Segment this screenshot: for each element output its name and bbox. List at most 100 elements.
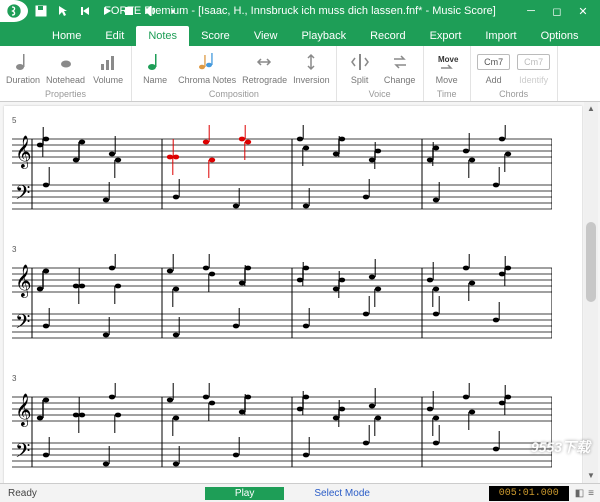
scroll-up-icon[interactable]: ▲ — [586, 104, 596, 114]
score-page[interactable]: 5 𝄞 𝄢 3 𝄞 𝄢 3 𝄞 𝄢 — [4, 106, 582, 483]
menu-item-help[interactable]: Help — [590, 26, 600, 46]
menu-item-import[interactable]: Import — [473, 26, 528, 46]
score-area: 5 𝄞 𝄢 3 𝄞 𝄢 3 𝄞 𝄢 ▲ ▼ 9553下载 — [0, 102, 600, 483]
ribbon-item-identify: Cm7 Identify — [517, 50, 551, 85]
ribbon-group-title: Properties — [45, 89, 86, 99]
mode-indicator[interactable]: Select Mode — [314, 488, 370, 499]
scroll-thumb[interactable] — [586, 222, 596, 302]
note-multi-icon — [195, 50, 219, 74]
ribbon-item-label: Name — [143, 76, 167, 85]
ribbon-item-label: Split — [351, 76, 369, 85]
svg-text:𝄞: 𝄞 — [15, 265, 32, 298]
svg-text:Move: Move — [438, 55, 459, 64]
ribbon-item-chroma-notes[interactable]: Chroma Notes — [178, 50, 236, 85]
menu-item-view[interactable]: View — [242, 26, 290, 46]
watermark: 9553下载 — [531, 437, 590, 457]
system-number: 5 — [12, 116, 574, 125]
minimize-button[interactable]: ─ — [524, 4, 538, 18]
ribbon-item-label: Identify — [519, 76, 548, 85]
status-bar: Ready Play Select Mode 005:01.000 ◧ ≡ — [0, 483, 600, 502]
main-menu: HomeEditNotesScoreViewPlaybackRecordExpo… — [0, 22, 600, 46]
note-green-icon — [143, 50, 167, 74]
ribbon-group-voice: Split Change Voice — [337, 46, 424, 101]
change-icon — [388, 50, 412, 74]
menu-item-export[interactable]: Export — [418, 26, 474, 46]
ribbon-item-inversion[interactable]: Inversion — [293, 50, 330, 85]
menu-item-score[interactable]: Score — [189, 26, 242, 46]
volume-grey-icon — [96, 50, 120, 74]
ribbon-group-title: Chords — [499, 89, 528, 99]
save-icon[interactable] — [34, 4, 48, 18]
ribbon-item-label: Volume — [93, 76, 123, 85]
window-controls: ─ ◻ ✕ — [524, 4, 600, 18]
chord-add-icon: Cm7 — [482, 50, 506, 74]
titlebar[interactable]: ▾ FORTE Premium - [Isaac, H., Innsbruck … — [0, 0, 600, 22]
svg-text:𝄞: 𝄞 — [15, 136, 32, 169]
ribbon-group-title: Time — [437, 89, 457, 99]
ribbon-item-label: Add — [486, 76, 502, 85]
ribbon-item-label: Duration — [6, 76, 40, 85]
menu-item-edit[interactable]: Edit — [93, 26, 136, 46]
svg-text:𝄢: 𝄢 — [15, 183, 30, 209]
ribbon-item-add[interactable]: Cm7 Add — [477, 50, 511, 85]
menu-item-notes[interactable]: Notes — [136, 26, 189, 46]
ribbon-group-composition: Name Chroma Notes Retrograde Inversion Compo… — [132, 46, 337, 101]
play-icon[interactable] — [100, 4, 114, 18]
status-text: Ready — [0, 488, 45, 499]
ribbon-item-duration[interactable]: Duration — [6, 50, 40, 85]
music-system[interactable]: 5 𝄞 𝄢 — [12, 116, 574, 225]
split-icon — [348, 50, 372, 74]
ribbon-item-change[interactable]: Change — [383, 50, 417, 85]
ribbon-item-split[interactable]: Split — [343, 50, 377, 85]
time-display: 005:01.000 — [489, 486, 569, 501]
svg-text:𝄢: 𝄢 — [15, 312, 30, 338]
status-icons: ◧ ≡ — [569, 488, 600, 499]
cursor-icon[interactable] — [56, 4, 70, 18]
step-back-icon[interactable] — [78, 4, 92, 18]
ribbon-item-retrograde[interactable]: Retrograde — [242, 50, 287, 85]
app-logo[interactable] — [0, 0, 28, 22]
play-button[interactable]: Play — [205, 487, 284, 500]
ribbon-item-label: Retrograde — [242, 76, 287, 85]
ribbon-item-label: Change — [384, 76, 416, 85]
inversion-icon — [299, 50, 323, 74]
system-number: 3 — [12, 245, 574, 254]
close-button[interactable]: ✕ — [576, 4, 590, 18]
quick-access-toolbar: ▾ — [34, 4, 180, 18]
move-icon: Move — [435, 50, 459, 74]
ribbon-item-notehead[interactable]: Notehead — [46, 50, 85, 85]
ribbon-item-name[interactable]: Name — [138, 50, 172, 85]
retrograde-icon — [253, 50, 277, 74]
menu-item-record[interactable]: Record — [358, 26, 417, 46]
ribbon-group-time: MoveMove Time — [424, 46, 471, 101]
notehead-grey-icon — [54, 50, 78, 74]
ribbon-group-chords: Cm7 Add Cm7 Identify Chords — [471, 46, 558, 101]
ribbon-group-properties: Duration Notehead Volume Properties — [0, 46, 132, 101]
app-window: ▾ FORTE Premium - [Isaac, H., Innsbruck … — [0, 0, 600, 502]
menu-item-options[interactable]: Options — [529, 26, 591, 46]
maximize-button[interactable]: ◻ — [550, 4, 564, 18]
stop-icon[interactable] — [122, 4, 136, 18]
ribbon: Duration Notehead Volume Properties Name Chro… — [0, 46, 600, 102]
menu-item-playback[interactable]: Playback — [289, 26, 358, 46]
music-system[interactable]: 3 𝄞 𝄢 — [12, 374, 574, 483]
ribbon-item-move[interactable]: MoveMove — [430, 50, 464, 85]
chord-id-icon: Cm7 — [522, 50, 546, 74]
ribbon-item-label: Notehead — [46, 76, 85, 85]
speaker-icon[interactable] — [144, 4, 158, 18]
note-grey-icon — [11, 50, 35, 74]
vertical-scrollbar[interactable]: ▲ ▼ — [584, 102, 598, 483]
scroll-down-icon[interactable]: ▼ — [586, 471, 596, 481]
qa-dropdown-icon[interactable]: ▾ — [166, 4, 180, 18]
ribbon-item-label: Inversion — [293, 76, 330, 85]
status-icon-2[interactable]: ≡ — [588, 488, 594, 499]
ribbon-group-title: Composition — [209, 89, 259, 99]
ribbon-group-title: Voice — [369, 89, 391, 99]
system-number: 3 — [12, 374, 574, 383]
ribbon-item-volume[interactable]: Volume — [91, 50, 125, 85]
svg-text:𝄞: 𝄞 — [15, 394, 32, 427]
music-system[interactable]: 3 𝄞 𝄢 — [12, 245, 574, 354]
status-icon-1[interactable]: ◧ — [575, 488, 584, 499]
menu-item-home[interactable]: Home — [40, 26, 93, 46]
svg-text:𝄢: 𝄢 — [15, 441, 30, 467]
